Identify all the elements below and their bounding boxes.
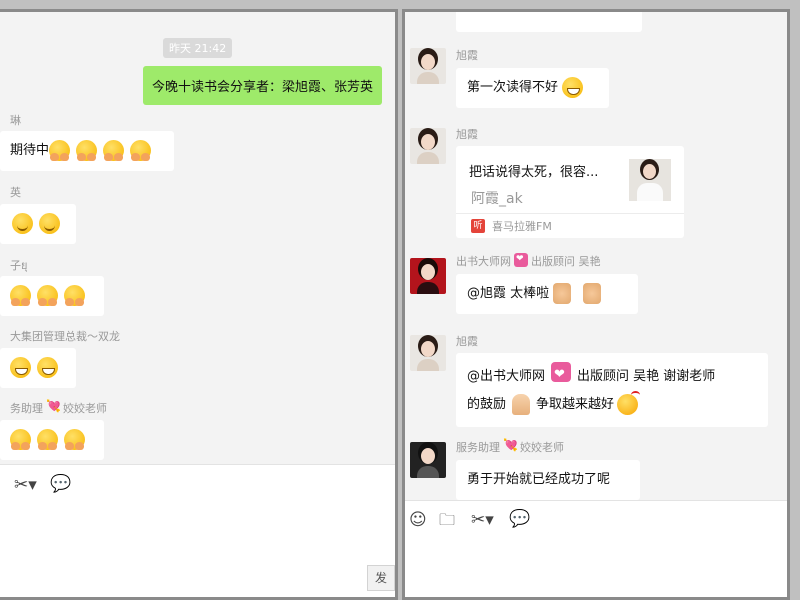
hugging-face-icon	[64, 285, 85, 306]
grin-blush-icon	[10, 357, 31, 378]
hugging-face-icon	[64, 429, 85, 450]
hugging-face-icon	[10, 429, 31, 450]
chat-window-right: 旭霞 第一次读得不好 旭霞 把话说得太死，很容... 阿霞_ak 听 喜马拉雅F…	[402, 9, 790, 600]
card-author: 阿霞_ak	[471, 191, 523, 207]
determined-face-icon	[617, 391, 641, 415]
sender-name: 琳	[10, 114, 21, 127]
sent-message-bubble[interactable]: 今晚十读书会分享者：梁旭霞、张芳英	[143, 66, 383, 105]
message-bubble[interactable]: 勇于开始就已经成功了呢	[456, 460, 640, 500]
sender-name: 子ยุ	[10, 259, 28, 272]
sender-name: 务助理 姣姣老师	[10, 399, 107, 416]
message-text: 期待中	[10, 143, 50, 158]
avatar[interactable]	[410, 335, 446, 371]
thumbs-up-icon	[553, 283, 572, 304]
message-text: 出版顾问 吴艳 谢谢老师	[577, 369, 716, 384]
sender-name-prefix: 务助理	[10, 402, 43, 415]
sender-name-prefix: 出书大师网	[456, 255, 511, 268]
sender-name: 英	[10, 186, 21, 199]
scissors-icon[interactable]: ✂▾	[14, 475, 37, 495]
message-text: 勇于开始就已经成功了呢	[467, 472, 611, 487]
chat-bubble-icon[interactable]: 💬	[50, 474, 71, 494]
avatar[interactable]	[410, 128, 446, 164]
avatar[interactable]	[410, 258, 446, 294]
sender-name: 旭霞	[456, 128, 478, 141]
sender-name: 旭霞	[456, 49, 478, 62]
message-text: 的鼓励	[467, 397, 507, 412]
card-thumbnail	[629, 159, 671, 201]
sender-name: 大集团管理总裁～双龙	[10, 330, 120, 343]
chat-window-left: 昨天 21:42 今晚十读书会分享者：梁旭霞、张芳英 琳 期待中 英 子ยุ 大…	[0, 9, 398, 600]
hugging-face-icon	[37, 429, 58, 450]
card-title: 把话说得太死，很容...	[469, 165, 599, 180]
message-bubble[interactable]	[0, 204, 76, 244]
heart-arrow-icon	[503, 438, 518, 453]
heart-arrow-icon	[46, 399, 61, 414]
sender-name: 旭霞	[456, 335, 478, 348]
avatar[interactable]	[410, 442, 446, 478]
message-input-area[interactable]: ☺ 🗀 ✂▾ 💬	[405, 500, 787, 597]
praying-hands-icon	[512, 394, 531, 415]
message-bubble[interactable]: 期待中	[0, 131, 174, 171]
smile-icon	[39, 213, 60, 234]
hugging-face-icon	[37, 285, 58, 306]
scissors-icon[interactable]: ✂▾	[471, 510, 494, 530]
message-bubble[interactable]	[0, 348, 76, 388]
hugging-face-icon	[130, 140, 152, 161]
sender-name-suffix: 出版顾问 吴艳	[531, 255, 601, 268]
message-text: @旭霞 太棒啦	[467, 286, 550, 301]
grin-icon	[562, 77, 584, 98]
hugging-face-icon	[10, 285, 31, 306]
grin-blush-icon	[37, 357, 58, 378]
message-bubble[interactable]: @旭霞 太棒啦	[456, 274, 638, 314]
message-bubble[interactable]: 第一次读得不好	[456, 68, 609, 108]
message-bubble[interactable]: @出书大师网 出版顾问 吴艳 谢谢老师 的鼓励 争取越来越好	[456, 353, 768, 427]
sender-name-suffix: 姣姣老师	[520, 441, 564, 454]
folder-icon[interactable]: 🗀	[439, 509, 455, 536]
avatar[interactable]	[410, 48, 446, 84]
card-divider	[456, 213, 684, 214]
message-bubble[interactable]	[0, 420, 104, 460]
hugging-face-icon	[103, 140, 125, 161]
message-input-area[interactable]: ✂▾ 💬 发	[0, 464, 395, 597]
link-card[interactable]: 把话说得太死，很容... 阿霞_ak 听 喜马拉雅FM	[456, 146, 684, 238]
sender-name: 服务助理 姣姣老师	[456, 438, 564, 455]
message-timestamp: 昨天 21:42	[163, 38, 233, 58]
message-line-2: 的鼓励 争取越来越好	[467, 391, 644, 417]
smile-icon	[12, 213, 33, 234]
sender-name-suffix: 姣姣老师	[63, 402, 107, 415]
message-bubble-partial[interactable]	[456, 12, 642, 32]
message-text: 第一次读得不好	[467, 80, 559, 95]
card-source: 喜马拉雅FM	[492, 220, 552, 233]
hugging-face-icon	[76, 140, 98, 161]
thumbs-up-icon	[583, 283, 602, 304]
heart-icon	[551, 362, 572, 386]
heart-icon	[514, 253, 528, 267]
message-line-1: @出书大师网 出版顾问 吴艳 谢谢老师	[467, 362, 715, 388]
sender-name-prefix: 服务助理	[456, 441, 500, 454]
sender-name: 出书大师网 出版顾问 吴艳	[456, 253, 601, 269]
hugging-face-icon	[49, 140, 71, 161]
emoji-icon[interactable]: ☺	[409, 510, 427, 530]
send-button[interactable]: 发	[367, 565, 395, 591]
message-bubble[interactable]	[0, 276, 104, 316]
message-text: 争取越来越好	[536, 397, 615, 412]
ximalaya-icon: 听	[471, 219, 485, 233]
mention-text: @出书大师网	[467, 369, 546, 384]
chat-bubble-icon[interactable]: 💬	[509, 509, 530, 529]
